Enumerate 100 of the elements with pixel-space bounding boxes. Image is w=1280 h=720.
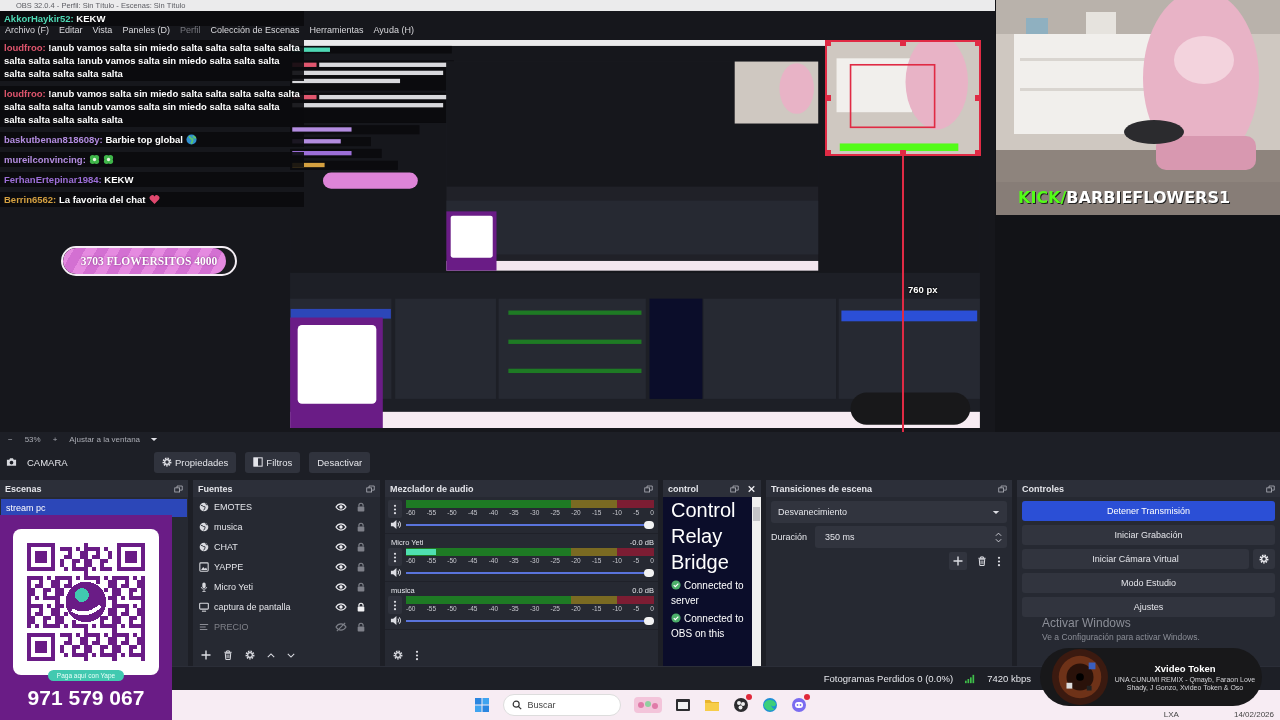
undock-icon[interactable] <box>174 484 183 493</box>
menu-item[interactable]: Archivo (F) <box>5 24 49 36</box>
circle-app-icon[interactable] <box>732 697 749 713</box>
search-field[interactable]: Buscar <box>502 694 621 716</box>
chat-app-icon[interactable] <box>790 697 807 713</box>
activation-text: Ve a Configuración para activar Windows. <box>1042 632 1200 642</box>
more-icon[interactable] <box>393 551 397 563</box>
distance-label: 760 px <box>908 284 938 295</box>
menu-item[interactable]: Editar <box>59 24 83 36</box>
start-icon[interactable] <box>473 697 490 713</box>
caret-icon[interactable] <box>992 509 1000 515</box>
undock-icon[interactable] <box>998 484 1007 493</box>
eye-icon[interactable] <box>335 542 347 552</box>
fit-dropdown[interactable]: Ajustar a la ventana <box>69 434 159 444</box>
panel-title: Transiciones de escena <box>771 483 873 494</box>
signal-icon <box>965 673 976 684</box>
settings-icon <box>162 457 172 467</box>
control-button[interactable]: Detener Transmisión <box>1022 501 1275 521</box>
source-name: CAMARA <box>27 456 69 468</box>
more-icon[interactable] <box>393 599 397 611</box>
caret-icon[interactable] <box>150 436 159 442</box>
source-item[interactable]: PRECIO <box>193 617 380 637</box>
settings-icon <box>1259 554 1269 564</box>
add-button[interactable] <box>949 552 967 570</box>
phone-number: 971 579 067 <box>27 686 145 710</box>
plus-icon[interactable] <box>953 556 963 566</box>
eye-icon[interactable] <box>335 602 347 612</box>
channel-menu-button[interactable] <box>388 596 402 614</box>
undock-icon[interactable] <box>1266 484 1275 493</box>
eye-icon[interactable] <box>335 522 347 532</box>
source-label: EMOTES <box>214 502 253 512</box>
menu-item[interactable]: Vista <box>92 24 113 36</box>
slider-thumb[interactable] <box>644 520 654 529</box>
activation-title: Activar Windows <box>1042 616 1132 630</box>
more-icon[interactable] <box>997 555 1001 567</box>
slider-thumb[interactable] <box>644 568 654 577</box>
zoom-out-button[interactable]: − <box>8 434 13 444</box>
toolbar-button[interactable]: Filtros <box>245 451 301 473</box>
hidden-icon[interactable] <box>335 622 347 632</box>
source-item[interactable]: captura de pantalla <box>193 597 380 617</box>
chat-message: FerhanErtepinar1984: KEKW <box>4 174 134 185</box>
trash-icon[interactable] <box>223 650 233 660</box>
scrollbar[interactable] <box>752 497 761 666</box>
plus-icon[interactable] <box>201 650 211 660</box>
channel-menu-button[interactable] <box>388 548 402 566</box>
source-label: captura de pantalla <box>214 602 292 612</box>
eye-icon[interactable] <box>335 562 347 572</box>
undock-icon[interactable] <box>644 484 653 493</box>
clover-icon <box>102 154 114 165</box>
toolbar-button[interactable]: Propiedades <box>154 451 237 473</box>
eye-icon[interactable] <box>335 582 347 592</box>
speaker-icon[interactable] <box>390 519 401 530</box>
chevron-down-icon[interactable] <box>287 652 295 658</box>
source-item[interactable]: CHAT <box>193 537 380 557</box>
globe-icon <box>199 502 209 512</box>
speaker-icon[interactable] <box>390 615 401 626</box>
settings-button[interactable] <box>1253 549 1275 569</box>
panel-title: control <box>668 483 699 494</box>
undock-icon[interactable] <box>366 484 375 493</box>
more-icon[interactable] <box>393 503 397 515</box>
settings-icon[interactable] <box>393 650 403 660</box>
terminal-icon[interactable] <box>674 697 691 713</box>
control-button[interactable]: Iniciar Grabación <box>1022 525 1275 545</box>
spin-arrows-icon[interactable] <box>995 531 1002 543</box>
panel-title: Fuentes <box>198 483 233 494</box>
speaker-icon[interactable] <box>390 567 401 578</box>
toolbar-button[interactable]: Desactivar <box>309 451 371 473</box>
source-label: YAPPE <box>214 562 245 572</box>
control-button[interactable]: Iniciar Cámara Virtual <box>1022 549 1249 569</box>
lock-icon[interactable] <box>356 602 366 612</box>
menu-item[interactable]: Colección de Escenas <box>210 24 300 36</box>
scene-item[interactable]: stream pc <box>1 499 187 517</box>
zoom-in-button[interactable]: + <box>52 434 58 444</box>
menu-item[interactable]: Herramientas <box>309 24 364 36</box>
menu-item[interactable]: Paneles (D) <box>122 24 170 36</box>
more-icon[interactable] <box>415 649 419 661</box>
channel-menu-button[interactable] <box>388 500 402 518</box>
panel-title: Mezclador de audio <box>390 483 474 494</box>
source-item[interactable]: Micro Yeti <box>193 577 380 597</box>
duration-field[interactable]: 350 ms <box>815 526 1007 548</box>
text-icon <box>199 622 209 632</box>
source-label: CHAT <box>214 542 239 552</box>
control-button[interactable]: Modo Estudio <box>1022 573 1275 593</box>
source-item[interactable]: YAPPE <box>193 557 380 577</box>
browser-icon[interactable] <box>761 697 778 713</box>
trash-icon[interactable] <box>977 556 987 566</box>
settings-icon[interactable] <box>245 650 255 660</box>
chevron-up-icon[interactable] <box>267 652 275 658</box>
slider-thumb[interactable] <box>644 616 654 625</box>
menu-item[interactable]: Ayuda (H) <box>373 24 414 36</box>
source-label: musica <box>214 522 244 532</box>
source-item[interactable]: musica <box>193 517 380 537</box>
close-icon[interactable] <box>747 484 756 493</box>
source-item[interactable]: EMOTES <box>193 497 380 517</box>
transition-dropdown[interactable]: Desvanecimiento <box>771 501 1007 523</box>
undock-icon[interactable] <box>730 484 739 493</box>
control-button[interactable]: Ajustes <box>1022 597 1275 617</box>
chat-message: baskutbenan818608y: Barbie top global <box>4 134 183 145</box>
goal-text: 3703 FLOWERSITOS 4000 <box>80 255 218 267</box>
eye-icon[interactable] <box>335 502 347 512</box>
